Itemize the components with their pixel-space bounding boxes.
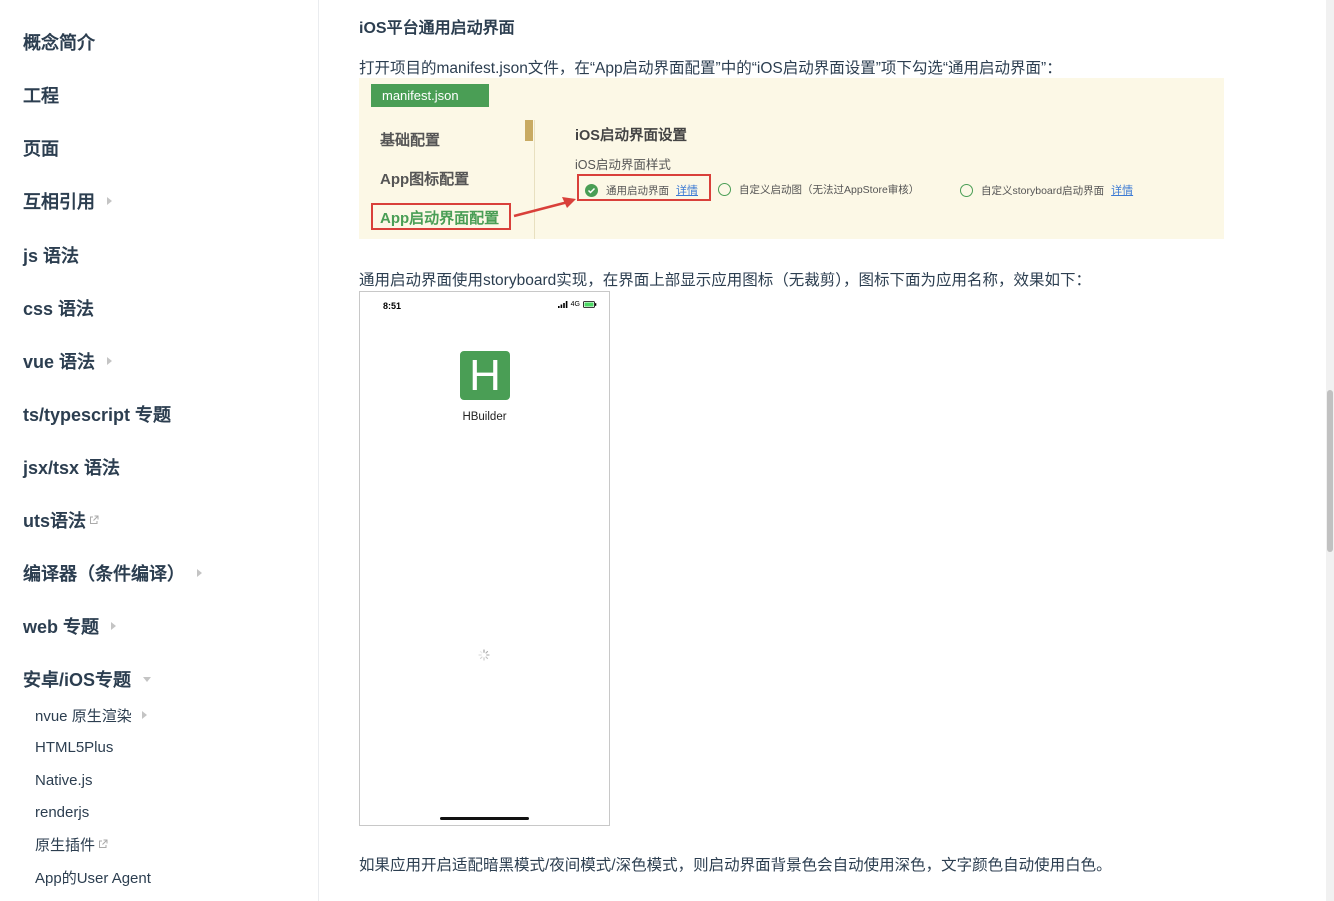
sidebar-item-project[interactable]: 工程 xyxy=(23,83,59,107)
external-link-icon xyxy=(98,839,108,849)
sidebar-item-label: 页面 xyxy=(23,139,59,159)
red-arrow-icon xyxy=(513,197,576,218)
sidebar-item-label: 工程 xyxy=(23,86,59,106)
signal-icon xyxy=(557,301,568,308)
phone-splash-preview: 8:51 4G H HBuilder xyxy=(359,291,610,826)
radio-option-custom-image: 自定义启动图（无法过AppStore审核） xyxy=(718,182,919,197)
dark-mode-paragraph: 如果应用开启适配暗黑模式/夜间模式/深色模式，则启动界面背景色会自动使用深色，文… xyxy=(359,857,1112,874)
scrollbar-thumb[interactable] xyxy=(1327,390,1333,552)
details-link: 详情 xyxy=(1111,185,1134,197)
radio-label: 自定义storyboard启动界面 xyxy=(981,184,1105,197)
home-indicator xyxy=(440,817,529,820)
app-name: HBuilder xyxy=(462,411,507,423)
intro-paragraph: 打开项目的manifest.json文件，在“App启动界面配置”中的“iOS启… xyxy=(359,60,1062,77)
radio-highlight-box xyxy=(577,174,711,201)
sidebar-item-jsx[interactable]: jsx/tsx 语法 xyxy=(23,455,120,479)
sidebar-item-label: js 语法 xyxy=(23,246,80,266)
radio-option-storyboard: 自定义storyboard启动界面 详情 xyxy=(960,182,1133,198)
chevron-right-icon xyxy=(141,711,147,719)
sidebar-subitem-html5plus[interactable]: HTML5Plus xyxy=(35,737,113,757)
app-icon: H xyxy=(460,351,510,400)
sidebar-item-vue[interactable]: vue 语法 xyxy=(23,349,113,373)
radio-label: 自定义启动图（无法过AppStore审核） xyxy=(739,184,920,196)
chevron-down-icon xyxy=(143,676,152,682)
panel-divider xyxy=(534,120,535,239)
external-link-icon xyxy=(89,515,99,525)
panel-heading: iOS启动界面设置 xyxy=(575,128,687,144)
sidebar-item-label: 编译器（条件编译） xyxy=(23,564,185,584)
divider-marker xyxy=(525,120,533,141)
radio-circle-icon xyxy=(960,183,973,197)
sidebar-item-css[interactable]: css 语法 xyxy=(23,296,94,320)
sidebar-subitem-label: nvue 原生渲染 xyxy=(35,707,132,725)
description-paragraph: 通用启动界面使用storyboard实现，在界面上部显示应用图标（无裁剪），图标… xyxy=(359,272,1091,289)
sidebar-item-reference[interactable]: 互相引用 xyxy=(23,189,112,213)
sidebar-subitem-user-agent[interactable]: App的User Agent xyxy=(35,867,151,887)
sidebar-subitem-nativejs[interactable]: Native.js xyxy=(35,770,93,790)
section-heading: iOS平台通用启动界面 xyxy=(359,20,515,37)
sidebar-item-page[interactable]: 页面 xyxy=(23,136,59,160)
sidebar-subitem-renderjs[interactable]: renderjs xyxy=(35,802,89,822)
chevron-right-icon xyxy=(197,569,202,577)
sidebar-subitem-label: renderjs xyxy=(35,803,90,821)
page-scrollbar[interactable] xyxy=(1326,0,1334,901)
manifest-config-illustration: manifest.json 基础配置 App图标配置 App启动界面配置 iOS… xyxy=(359,78,1224,239)
sidebar-item-label: css 语法 xyxy=(23,299,95,319)
sidebar-item-label: 概念简介 xyxy=(23,33,95,53)
sidebar-item-label: 互相引用 xyxy=(23,192,95,212)
sidebar-item-typescript[interactable]: ts/typescript 专题 xyxy=(23,402,171,426)
sidebar-subitem-label: Native.js xyxy=(35,771,93,789)
sidebar: 概念简介 工程 页面 互相引用 js 语法 css 语法 vue 语法 ts/t… xyxy=(0,0,319,901)
network-label: 4G xyxy=(570,301,580,308)
panel-label: iOS启动界面样式 xyxy=(575,158,671,172)
sidebar-item-label: jsx/tsx 语法 xyxy=(23,458,121,478)
panel-menu-basic: 基础配置 xyxy=(380,132,441,149)
status-time: 8:51 xyxy=(383,301,402,311)
sidebar-item-label: vue 语法 xyxy=(23,352,96,372)
sidebar-subitem-label: App的User Agent xyxy=(35,869,151,887)
sidebar-item-label: uts语法 xyxy=(23,511,86,531)
sidebar-item-compiler[interactable]: 编译器（条件编译） xyxy=(23,561,202,585)
sidebar-item-js[interactable]: js 语法 xyxy=(23,243,79,267)
sidebar-subitem-nvue[interactable]: nvue 原生渲染 xyxy=(35,705,147,725)
sidebar-item-label: 安卓/iOS专题 xyxy=(23,670,132,690)
sidebar-item-label: ts/typescript 专题 xyxy=(23,405,172,425)
sidebar-item-uts[interactable]: uts语法 xyxy=(23,508,99,532)
sidebar-item-web[interactable]: web 专题 xyxy=(23,614,117,638)
sidebar-subitem-native-plugin[interactable]: 原生插件 xyxy=(35,834,108,854)
sidebar-item-android-ios[interactable]: 安卓/iOS专题 xyxy=(23,667,152,691)
status-indicators: 4G xyxy=(557,301,597,308)
loading-spinner-icon xyxy=(478,649,490,661)
sidebar-subitem-label: HTML5Plus xyxy=(35,738,114,756)
sidebar-subitem-label: 原生插件 xyxy=(35,836,96,854)
highlight-box xyxy=(371,203,511,230)
panel-menu-app-icon: App图标配置 xyxy=(380,171,470,188)
battery-icon xyxy=(583,301,597,308)
radio-circle-icon xyxy=(718,183,731,196)
manifest-tab: manifest.json xyxy=(371,84,489,107)
sidebar-item-concept[interactable]: 概念简介 xyxy=(23,30,95,54)
chevron-right-icon xyxy=(107,197,112,205)
sidebar-item-label: web 专题 xyxy=(23,617,100,637)
chevron-right-icon xyxy=(111,622,117,630)
chevron-right-icon xyxy=(107,357,113,365)
